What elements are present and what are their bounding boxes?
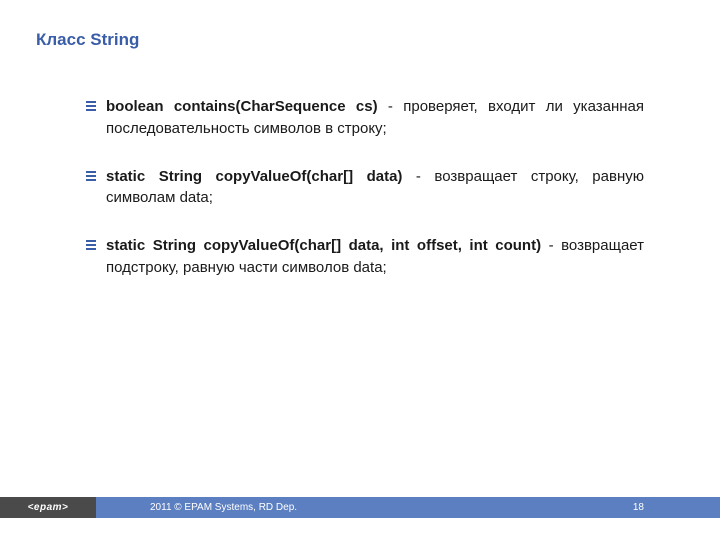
epam-logo: <epam> — [0, 497, 96, 518]
footer-bar: <epam> 2011 © EPAM Systems, RD Dep. 18 — [0, 497, 720, 518]
bullet-text: static String copyValueOf(char[] data, i… — [106, 235, 644, 279]
slide: Класс String boolean contains(CharSequen… — [0, 0, 720, 540]
bullet-text: static String copyValueOf(char[] data) -… — [106, 166, 644, 210]
list-item: static String copyValueOf(char[] data, i… — [86, 235, 644, 279]
content-area: boolean contains(CharSequence cs) - пров… — [86, 96, 644, 305]
method-signature: boolean contains(CharSequence cs) — [106, 98, 378, 115]
bullet-icon — [86, 171, 96, 181]
copyright-text: 2011 © EPAM Systems, RD Dep. — [150, 502, 297, 513]
page-title: Класс String — [36, 30, 139, 50]
page-number: 18 — [633, 502, 644, 513]
list-item: static String copyValueOf(char[] data) -… — [86, 166, 644, 210]
bullet-icon — [86, 240, 96, 250]
list-item: boolean contains(CharSequence cs) - пров… — [86, 96, 644, 140]
bullet-text: boolean contains(CharSequence cs) - пров… — [106, 96, 644, 140]
method-signature: static String copyValueOf(char[] data) — [106, 168, 402, 185]
method-signature: static String copyValueOf(char[] data, i… — [106, 237, 541, 254]
bullet-icon — [86, 101, 96, 111]
footer-inner: <epam> 2011 © EPAM Systems, RD Dep. 18 — [0, 497, 720, 518]
